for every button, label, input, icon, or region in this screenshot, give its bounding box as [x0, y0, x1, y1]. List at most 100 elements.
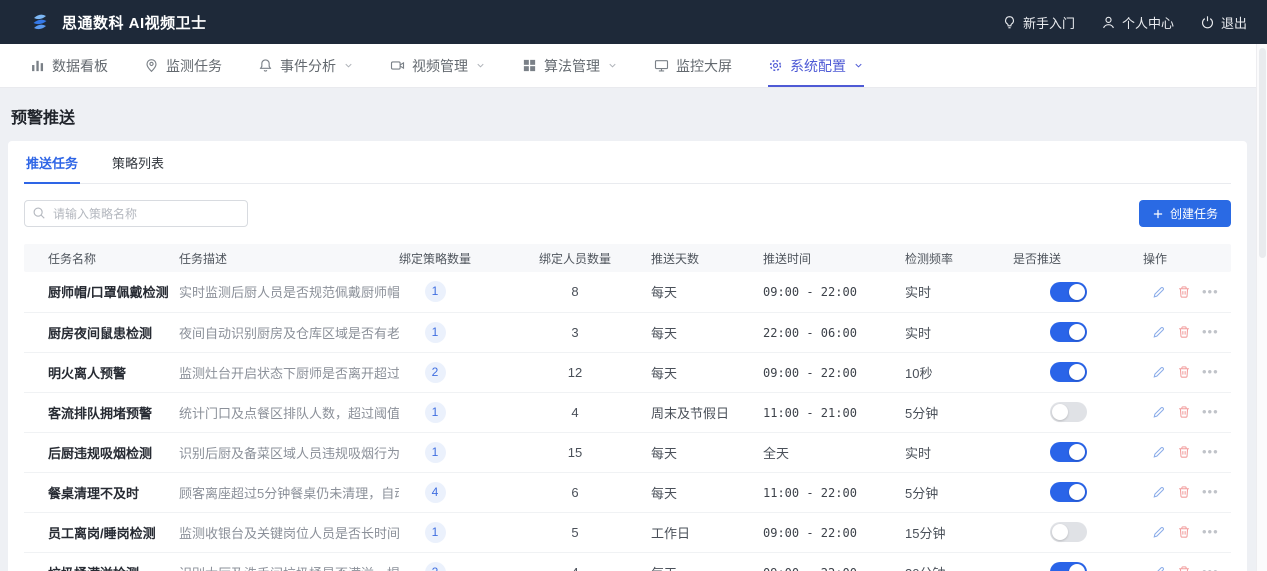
task-desc-cell: 顾客离座超过5分钟餐桌仍未清理，自动提...	[179, 472, 399, 512]
push-toggle[interactable]	[1050, 282, 1087, 302]
push-toggle[interactable]	[1050, 522, 1087, 542]
table-row: 客流排队拥堵预警 统计门口及点餐区排队人数，超过阈值自... 1 4 周末及节假…	[24, 392, 1231, 432]
edit-icon[interactable]	[1152, 325, 1166, 339]
task-desc-cell: 夜间自动识别厨房及仓库区域是否有老鼠...	[179, 312, 399, 352]
chevron-down-icon	[343, 60, 354, 71]
monitor-icon	[654, 58, 669, 73]
strategy-count-badge: 2	[425, 362, 446, 383]
column-header-task-name: 任务名称	[24, 244, 179, 272]
task-table-body: 厨师帽/口罩佩戴检测 实时监测后厨人员是否规范佩戴厨师帽和... 1 8 每天 …	[24, 272, 1231, 571]
task-desc-cell: 监测灶台开启状态下厨师是否离开超过30...	[179, 352, 399, 392]
push-time-cell: 11:00 - 22:00	[763, 472, 905, 512]
brand: 思通数科 AI视频卫士	[28, 10, 207, 34]
people-count-cell: 4	[539, 552, 651, 571]
push-time-cell: 09:00 - 22:00	[763, 272, 905, 312]
people-count-cell: 3	[539, 312, 651, 352]
nav-item-algorithm-management[interactable]: 算法管理	[522, 44, 618, 87]
delete-icon[interactable]	[1177, 525, 1191, 539]
more-actions-icon[interactable]: •••	[1202, 567, 1219, 571]
push-toggle[interactable]	[1050, 402, 1087, 422]
strategy-count-cell: 1	[399, 392, 539, 432]
nav-item-monitoring-screen[interactable]: 监控大屏	[654, 44, 732, 87]
nav-item-video-management[interactable]: 视频管理	[390, 44, 486, 87]
push-toggle[interactable]	[1050, 362, 1087, 382]
table-row: 员工离岗/睡岗检测 监测收银台及关键岗位人员是否长时间不... 1 5 工作日 …	[24, 512, 1231, 552]
nav-item-data-dashboard[interactable]: 数据看板	[30, 44, 108, 87]
brand-title: 思通数科 AI视频卫士	[62, 12, 207, 33]
push-days-cell: 每天	[651, 352, 763, 392]
push-days-cell: 每天	[651, 432, 763, 472]
nav-item-system-config[interactable]: 系统配置	[768, 44, 864, 87]
delete-icon[interactable]	[1177, 565, 1191, 571]
delete-icon[interactable]	[1177, 285, 1191, 299]
create-task-button[interactable]: 创建任务	[1139, 200, 1231, 227]
edit-icon[interactable]	[1152, 565, 1166, 571]
video-camera-icon	[390, 58, 405, 73]
plus-icon	[1152, 208, 1164, 220]
push-toggle[interactable]	[1050, 562, 1087, 571]
toolbar: 创建任务	[24, 200, 1231, 227]
delete-icon[interactable]	[1177, 485, 1191, 499]
nav-item-event-analysis[interactable]: 事件分析	[258, 44, 354, 87]
nav-item-monitor-tasks[interactable]: 监测任务	[144, 44, 222, 87]
scrollbar-thumb[interactable]	[1259, 48, 1266, 258]
more-actions-icon[interactable]: •••	[1202, 287, 1219, 297]
delete-icon[interactable]	[1177, 325, 1191, 339]
logout-link[interactable]: 退出	[1200, 13, 1247, 32]
push-enabled-cell	[1013, 472, 1143, 512]
strategy-count-cell: 1	[399, 512, 539, 552]
strategy-count-cell: 2	[399, 352, 539, 392]
column-header-push-days: 推送天数	[651, 244, 763, 272]
detect-freq-cell: 15分钟	[905, 512, 1013, 552]
more-actions-icon[interactable]: •••	[1202, 407, 1219, 417]
actions-cell: •••	[1143, 392, 1231, 432]
people-count-cell: 15	[539, 432, 651, 472]
more-actions-icon[interactable]: •••	[1202, 527, 1219, 537]
edit-icon[interactable]	[1152, 445, 1166, 459]
edit-icon[interactable]	[1152, 365, 1166, 379]
task-desc-cell: 统计门口及点餐区排队人数，超过阈值自...	[179, 392, 399, 432]
task-name-cell: 厨师帽/口罩佩戴检测	[24, 272, 179, 312]
more-actions-icon[interactable]: •••	[1202, 447, 1219, 457]
tab-strategy-list[interactable]: 策略列表	[110, 141, 166, 184]
task-desc-cell: 识别大厅及洗手间垃圾桶是否满溢，提示...	[179, 552, 399, 571]
push-time-cell: 09:00 - 22:00	[763, 512, 905, 552]
more-actions-icon[interactable]: •••	[1202, 367, 1219, 377]
user-center-link[interactable]: 个人中心	[1101, 13, 1174, 32]
push-enabled-cell	[1013, 432, 1143, 472]
task-desc-cell: 实时监测后厨人员是否规范佩戴厨师帽和...	[179, 272, 399, 312]
actions-cell: •••	[1143, 312, 1231, 352]
more-actions-icon[interactable]: •••	[1202, 487, 1219, 497]
vertical-scrollbar[interactable]	[1256, 44, 1267, 571]
edit-icon[interactable]	[1152, 285, 1166, 299]
table-row: 垃圾桶满溢检测 识别大厅及洗手间垃圾桶是否满溢，提示... 2 4 每天 09:…	[24, 552, 1231, 571]
delete-icon[interactable]	[1177, 365, 1191, 379]
push-time-cell: 22:00 - 06:00	[763, 312, 905, 352]
search-box	[24, 200, 248, 227]
edit-icon[interactable]	[1152, 405, 1166, 419]
push-toggle[interactable]	[1050, 322, 1087, 342]
strategy-count-cell: 2	[399, 552, 539, 571]
delete-icon[interactable]	[1177, 445, 1191, 459]
edit-icon[interactable]	[1152, 485, 1166, 499]
push-enabled-cell	[1013, 272, 1143, 312]
table-row: 后厨违规吸烟检测 识别后厨及备菜区域人员违规吸烟行为，... 1 15 每天 全…	[24, 432, 1231, 472]
strategy-count-cell: 1	[399, 272, 539, 312]
main-nav: 数据看板 监测任务 事件分析 视频管理	[0, 44, 1267, 88]
bar-chart-icon	[30, 58, 45, 73]
tab-push-tasks[interactable]: 推送任务	[24, 141, 80, 184]
more-actions-icon[interactable]: •••	[1202, 327, 1219, 337]
push-toggle[interactable]	[1050, 482, 1087, 502]
edit-icon[interactable]	[1152, 525, 1166, 539]
strategy-count-cell: 4	[399, 472, 539, 512]
strategy-count-badge: 4	[425, 482, 446, 503]
tab-bar: 推送任务 策略列表	[24, 141, 1231, 184]
getting-started-link[interactable]: 新手入门	[1002, 13, 1075, 32]
delete-icon[interactable]	[1177, 405, 1191, 419]
table-row: 厨师帽/口罩佩戴检测 实时监测后厨人员是否规范佩戴厨师帽和... 1 8 每天 …	[24, 272, 1231, 312]
push-days-cell: 每天	[651, 472, 763, 512]
chevron-down-icon	[607, 60, 618, 71]
search-input[interactable]	[24, 200, 248, 227]
push-toggle[interactable]	[1050, 442, 1087, 462]
column-header-detect-freq: 检测频率	[905, 244, 1013, 272]
